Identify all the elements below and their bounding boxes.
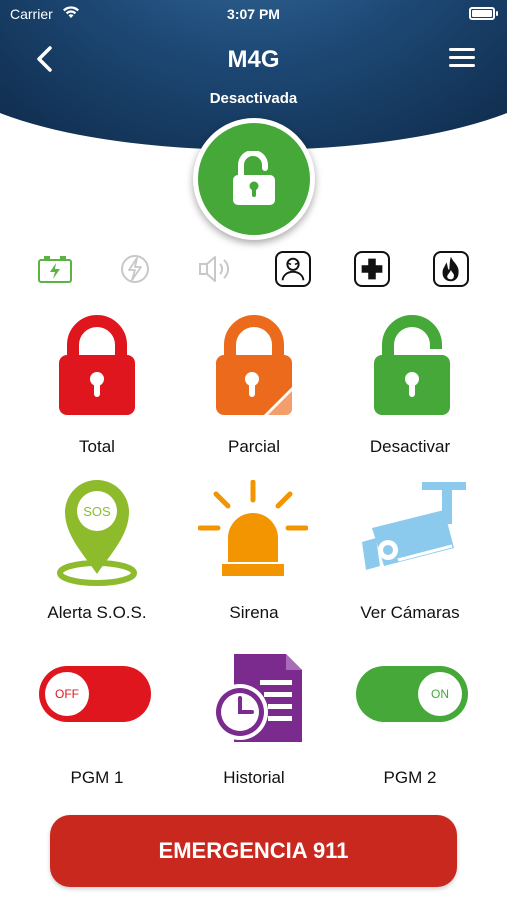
pgm1-toggle[interactable]: OFF PGM 1 xyxy=(17,650,177,790)
hamburger-menu-icon[interactable] xyxy=(449,48,475,70)
tile-label: Total xyxy=(79,437,115,456)
page-title: M4G xyxy=(227,46,280,73)
sos-pin-icon: SOS xyxy=(57,480,137,586)
view-cameras-button[interactable]: Ver Cámaras xyxy=(330,470,490,625)
siren-icon xyxy=(198,480,308,576)
tile-label: Historial xyxy=(223,768,285,787)
disarm-button[interactable]: Desactivar xyxy=(330,315,490,460)
lock-partial-icon xyxy=(216,315,292,415)
arm-partial-button[interactable]: Parcial xyxy=(174,315,334,460)
arm-status-text: Desactivada xyxy=(209,90,298,107)
lock-closed-icon xyxy=(59,315,135,415)
clock: 3:07 PM xyxy=(227,6,280,22)
arm-total-button[interactable]: Total xyxy=(17,315,177,460)
pgm2-switch[interactable]: ON xyxy=(356,666,468,722)
tile-label: Ver Cámaras xyxy=(360,603,460,622)
user-icon xyxy=(275,251,311,287)
camera-icon xyxy=(362,482,466,570)
lock-open-icon xyxy=(374,315,450,415)
status-bar: Carrier 3:07 PM xyxy=(0,0,507,28)
battery-icon xyxy=(38,256,72,283)
sos-badge-text: SOS xyxy=(83,504,111,519)
tile-label: PGM 2 xyxy=(383,768,437,787)
tile-label: Parcial xyxy=(228,437,280,456)
emergency-label: EMERGENCIA 911 xyxy=(158,838,349,863)
tile-label: PGM 1 xyxy=(70,768,124,787)
pgm1-state: OFF xyxy=(45,672,89,716)
power-icon xyxy=(121,255,149,283)
pgm2-toggle[interactable]: ON PGM 2 xyxy=(330,650,490,790)
sos-alert-button[interactable]: SOS Alerta S.O.S. xyxy=(17,470,177,625)
pgm1-switch[interactable]: OFF xyxy=(39,666,151,722)
medical-cross-icon xyxy=(354,251,390,287)
emergency-911-button[interactable]: EMERGENCIA 911 xyxy=(50,815,457,887)
fire-icon xyxy=(433,251,469,287)
arm-state-button[interactable] xyxy=(193,118,315,240)
tile-label: Desactivar xyxy=(369,437,451,456)
status-icons-row xyxy=(0,250,507,290)
history-icon xyxy=(212,654,302,742)
history-button[interactable]: Historial xyxy=(174,650,334,790)
battery-status-icon xyxy=(469,7,498,20)
pgm2-state: ON xyxy=(418,672,462,716)
speaker-icon xyxy=(199,256,230,282)
tile-label: Sirena xyxy=(229,603,279,622)
tile-label: Alerta S.O.S. xyxy=(47,603,147,622)
siren-button[interactable]: Sirena xyxy=(174,470,334,625)
lock-open-icon xyxy=(233,151,275,205)
